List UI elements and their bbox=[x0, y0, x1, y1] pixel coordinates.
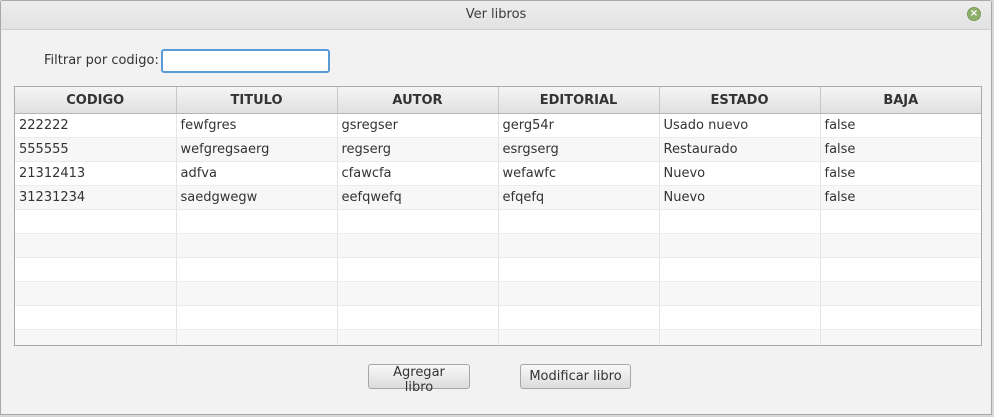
cell-baja: false bbox=[820, 161, 981, 186]
cell-codigo: 222222 bbox=[15, 113, 177, 138]
cell-titulo: fewfgres bbox=[176, 113, 338, 138]
cell-titulo: adfva bbox=[176, 161, 338, 186]
cell-titulo: saedgwegw bbox=[176, 185, 338, 210]
cell-estado: Nuevo bbox=[659, 161, 821, 186]
table-header-row: CODIGO TITULO AUTOR EDITORIAL ESTADO BAJ… bbox=[15, 87, 981, 114]
cell-editorial: esrgserg bbox=[498, 137, 660, 162]
cell-estado: Restaurado bbox=[659, 137, 821, 162]
empty-row bbox=[15, 305, 981, 330]
empty-row bbox=[15, 257, 981, 282]
table-row[interactable]: 21312413 adfva cfawcfa wefawfc Nuevo fal… bbox=[15, 161, 981, 186]
empty-row bbox=[15, 329, 981, 345]
table-row[interactable]: 555555 wefgregsaerg regserg esrgserg Res… bbox=[15, 137, 981, 162]
table-row[interactable]: 31231234 saedgwegw eefqwefq efqefq Nuevo… bbox=[15, 185, 981, 210]
column-header-titulo[interactable]: TITULO bbox=[176, 87, 338, 114]
cell-editorial: gerg54r bbox=[498, 113, 660, 138]
column-header-codigo[interactable]: CODIGO bbox=[15, 87, 177, 114]
column-header-baja[interactable]: BAJA bbox=[820, 87, 981, 114]
title-bar[interactable]: Ver libros × bbox=[1, 1, 991, 30]
add-book-button[interactable]: Agregar libro bbox=[368, 364, 470, 395]
cell-titulo: wefgregsaerg bbox=[176, 137, 338, 162]
cell-editorial: wefawfc bbox=[498, 161, 660, 186]
cell-autor: cfawcfa bbox=[337, 161, 499, 186]
cell-codigo: 31231234 bbox=[15, 185, 177, 210]
close-icon[interactable]: × bbox=[967, 7, 981, 21]
empty-row bbox=[15, 281, 981, 306]
cell-editorial: efqefq bbox=[498, 185, 660, 210]
cell-baja: false bbox=[820, 185, 981, 210]
table-row[interactable]: 222222 fewfgres gsregser gerg54r Usado n… bbox=[15, 113, 981, 138]
column-header-estado[interactable]: ESTADO bbox=[659, 87, 821, 114]
cell-autor: gsregser bbox=[337, 113, 499, 138]
empty-row bbox=[15, 209, 981, 234]
cell-codigo: 555555 bbox=[15, 137, 177, 162]
empty-row bbox=[15, 233, 981, 258]
column-header-autor[interactable]: AUTOR bbox=[337, 87, 499, 114]
cell-estado: Usado nuevo bbox=[659, 113, 821, 138]
column-header-editorial[interactable]: EDITORIAL bbox=[498, 87, 660, 114]
filter-label: Filtrar por codigo: bbox=[44, 53, 159, 68]
cell-estado: Nuevo bbox=[659, 185, 821, 210]
cell-baja: false bbox=[820, 137, 981, 162]
window-title: Ver libros bbox=[465, 7, 527, 22]
cell-autor: eefqwefq bbox=[337, 185, 499, 210]
ver-libros-window: Ver libros × Filtrar por codigo: CODIGO … bbox=[0, 0, 992, 415]
modify-book-button[interactable]: Modificar libro bbox=[520, 364, 631, 389]
cell-baja: false bbox=[820, 113, 981, 138]
books-table: CODIGO TITULO AUTOR EDITORIAL ESTADO BAJ… bbox=[14, 86, 982, 346]
cell-autor: regserg bbox=[337, 137, 499, 162]
filter-code-input[interactable] bbox=[161, 49, 330, 73]
cell-codigo: 21312413 bbox=[15, 161, 177, 186]
